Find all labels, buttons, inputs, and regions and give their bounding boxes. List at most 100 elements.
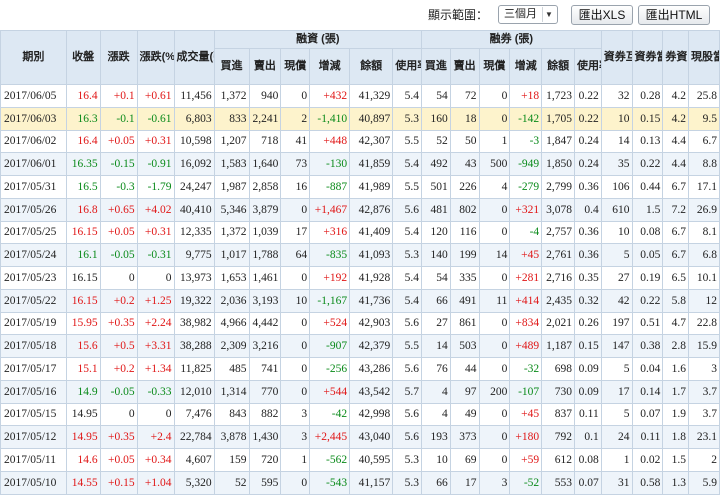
export-xls-button[interactable]: 匯出XLS <box>571 5 633 25</box>
cell-short-balance: 2,757 <box>541 220 576 245</box>
cell-close: 15.1 <box>65 357 101 381</box>
cell-offset-pct: 0.19 <box>631 266 664 290</box>
cell-ratio: 1.6 <box>662 357 690 381</box>
table-row: 2017/05/19 15.95 +0.35 +2.24 38,982 4,966 4,44… <box>0 311 720 336</box>
cell-short-balance: 1,850 <box>541 152 576 176</box>
header-margin-group: 融資 (張) <box>213 30 423 49</box>
cell-short-buy: 66 <box>421 288 451 313</box>
range-label: 顯示範圍： <box>428 8 489 22</box>
cell-volume: 12,010 <box>173 379 215 404</box>
export-html-button[interactable]: 匯出HTML <box>638 5 710 25</box>
cell-volume: 38,982 <box>173 311 215 336</box>
cell-short-cash: 4 <box>478 175 511 199</box>
cell-margin-buy: 52 <box>213 470 250 495</box>
header-short-cash: 現償 <box>478 48 511 85</box>
cell-date: 2017/05/10 <box>0 470 67 495</box>
header-date: 期別 <box>0 30 67 85</box>
cell-offset: 5 <box>600 243 633 267</box>
cell-close: 14.9 <box>65 379 101 404</box>
cell-margin-cash: 41 <box>280 129 311 154</box>
cell-short-balance: 1,187 <box>541 334 576 358</box>
cell-volume: 9,775 <box>173 243 215 267</box>
cell-change-pct: -0.31 <box>136 243 175 267</box>
cell-margin-cash: 0 <box>280 266 311 290</box>
cell-margin-sell: 1,788 <box>248 243 282 267</box>
cell-change-pct: +0.61 <box>136 84 175 108</box>
cell-date: 2017/05/12 <box>0 425 67 449</box>
cell-margin-buy: 1,372 <box>213 84 250 108</box>
cell-change-pct: +2.4 <box>136 425 175 449</box>
cell-short-balance: 837 <box>541 402 576 427</box>
cell-date: 2017/06/01 <box>0 152 67 176</box>
cell-short-sell: 17 <box>449 470 480 495</box>
cell-margin-buy: 1,372 <box>213 220 250 245</box>
cell-change-pct: +0.31 <box>136 129 175 154</box>
cell-ratio: 1.7 <box>662 379 690 404</box>
cell-change: +0.5 <box>99 334 138 358</box>
cell-margin-usage: 5.5 <box>392 175 423 199</box>
cell-change-pct: +0.31 <box>136 220 175 245</box>
cell-margin-cash: 0 <box>280 357 311 381</box>
cell-margin-buy: 485 <box>213 357 250 381</box>
cell-margin-diff: -1,167 <box>309 288 351 313</box>
cell-margin-sell: 3,216 <box>248 334 282 358</box>
cell-margin-usage: 5.3 <box>392 243 423 267</box>
cell-short-diff: +180 <box>509 425 543 449</box>
cell-offset: 1 <box>600 448 633 472</box>
cell-short-buy: 501 <box>421 175 451 199</box>
cell-close: 16.4 <box>65 129 101 154</box>
cell-short-cash: 0 <box>478 425 511 449</box>
cell-offset-pct: 0.05 <box>631 243 664 267</box>
cell-margin-cash: 0 <box>280 470 311 495</box>
cell-short-balance: 730 <box>541 379 576 404</box>
cell-volume: 13,973 <box>173 266 215 290</box>
cell-margin-sell: 1,640 <box>248 152 282 176</box>
cell-ratio: 1.5 <box>662 448 690 472</box>
table-row: 2017/06/02 16.4 +0.05 +0.31 10,598 1,207 718 41… <box>0 129 720 154</box>
cell-close: 16.5 <box>65 175 101 199</box>
cell-margin-sell: 1,430 <box>248 425 282 449</box>
cell-margin-diff: +316 <box>309 220 351 245</box>
cell-short-sell: 69 <box>449 448 480 472</box>
cell-date: 2017/05/24 <box>0 243 67 267</box>
cell-short-cash: 0 <box>478 266 511 290</box>
cell-margin-sell: 1,461 <box>248 266 282 290</box>
cell-short-sell: 226 <box>449 175 480 199</box>
cell-short-buy: 160 <box>421 106 451 131</box>
cell-change-pct: -1.79 <box>136 175 175 199</box>
cell-margin-usage: 5.3 <box>392 448 423 472</box>
cell-margin-balance: 41,928 <box>349 266 394 290</box>
range-select[interactable]: 三個月 ▼ <box>498 5 558 24</box>
cell-change: -0.3 <box>99 175 138 199</box>
cell-margin-diff: +524 <box>309 311 351 336</box>
cell-date: 2017/06/05 <box>0 84 67 108</box>
cell-short-usage: 0.1 <box>574 425 602 449</box>
cell-offset-pct: 0.04 <box>631 357 664 381</box>
cell-volume: 16,092 <box>173 152 215 176</box>
cell-change: +0.1 <box>99 84 138 108</box>
cell-daytrade: 22.8 <box>688 311 720 336</box>
cell-margin-balance: 43,542 <box>349 379 394 404</box>
cell-offset-pct: 0.22 <box>631 288 664 313</box>
cell-short-balance: 1,723 <box>541 84 576 108</box>
cell-margin-balance: 43,286 <box>349 357 394 381</box>
cell-offset: 31 <box>600 470 633 495</box>
cell-margin-cash: 17 <box>280 220 311 245</box>
header-margin-sell: 賣出 <box>248 48 282 85</box>
cell-daytrade: 6.7 <box>688 129 720 154</box>
cell-date: 2017/05/15 <box>0 402 67 427</box>
cell-change: +0.65 <box>99 197 138 222</box>
cell-margin-sell: 720 <box>248 448 282 472</box>
cell-offset: 35 <box>600 152 633 176</box>
cell-volume: 24,247 <box>173 175 215 199</box>
cell-margin-usage: 5.6 <box>392 402 423 427</box>
cell-short-sell: 491 <box>449 288 480 313</box>
cell-short-buy: 76 <box>421 357 451 381</box>
table-row: 2017/05/24 16.1 -0.05 -0.31 9,775 1,017 1,788 6… <box>0 243 720 267</box>
cell-short-balance: 2,761 <box>541 243 576 267</box>
table-row: 2017/05/10 14.55 +0.15 +1.04 5,320 52 595 0 -543… <box>0 470 720 495</box>
cell-margin-usage: 5.7 <box>392 379 423 404</box>
cell-margin-cash: 16 <box>280 175 311 199</box>
cell-short-balance: 792 <box>541 425 576 449</box>
header-margin-diff: 增減 <box>309 48 351 85</box>
